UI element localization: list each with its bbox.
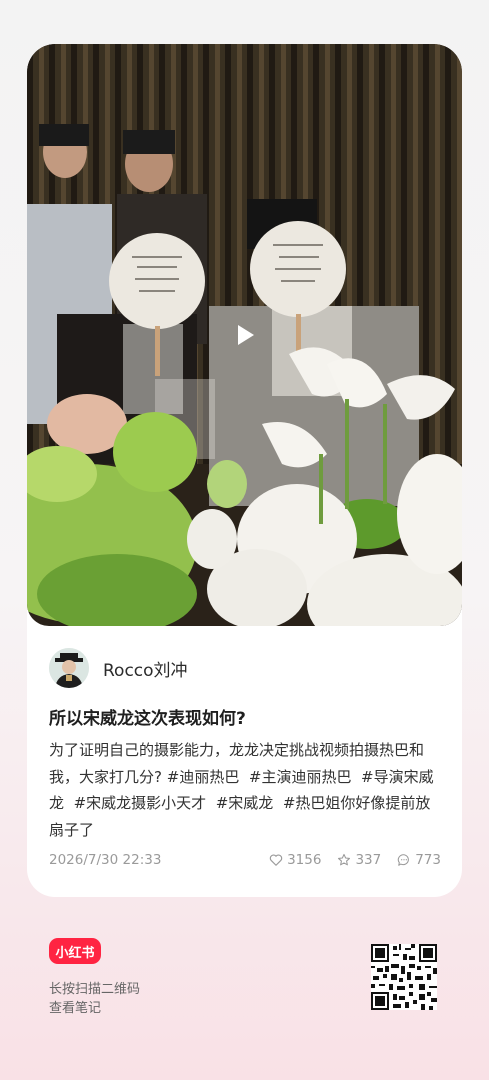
xiaohongshu-logo: 小红书 [49,938,101,964]
post-meta: 2026/7/30 22:33 3156 337 773 [49,852,441,872]
qr-code[interactable] [371,944,437,1010]
post-body: 为了证明自己的摄影能力，龙龙决定挑战视频拍摄热巴和我，大家打几分? #迪丽热巴 … [49,737,444,843]
hashtag[interactable]: #主演迪丽热巴 [249,768,352,786]
likes-count: 3156 [287,852,322,868]
hashtag[interactable]: #迪丽热巴 [167,768,240,786]
scan-hint: 长按扫描二维码 [49,982,141,997]
video-cover[interactable] [27,44,462,626]
author-row[interactable]: Rocco刘冲 [49,648,188,688]
avatar-image [49,648,89,688]
hashtag[interactable]: #宋威龙 [216,794,274,812]
hashtag[interactable]: #宋威龙摄影小天才 [74,794,207,812]
note-card[interactable]: Rocco刘冲 所以宋威龙这次表现如何? 为了证明自己的摄影能力，龙龙决定挑战视… [27,44,462,897]
comment-icon [398,854,410,866]
engagement-stats: 3156 337 773 [269,852,441,868]
play-icon[interactable] [232,322,258,348]
star-icon [338,853,351,866]
comments[interactable]: 773 [397,852,441,868]
author-name[interactable]: Rocco刘冲 [103,656,188,681]
view-note-hint: 查看笔记 [49,1001,102,1016]
comments-count: 773 [415,852,441,868]
heart-icon [269,854,283,866]
collects[interactable]: 337 [337,852,381,868]
post-title: 所以宋威龙这次表现如何? [49,709,246,729]
likes[interactable]: 3156 [269,852,321,868]
collects-count: 337 [355,852,382,868]
post-date: 2026/7/30 22:33 [49,852,162,868]
avatar[interactable] [49,648,89,688]
